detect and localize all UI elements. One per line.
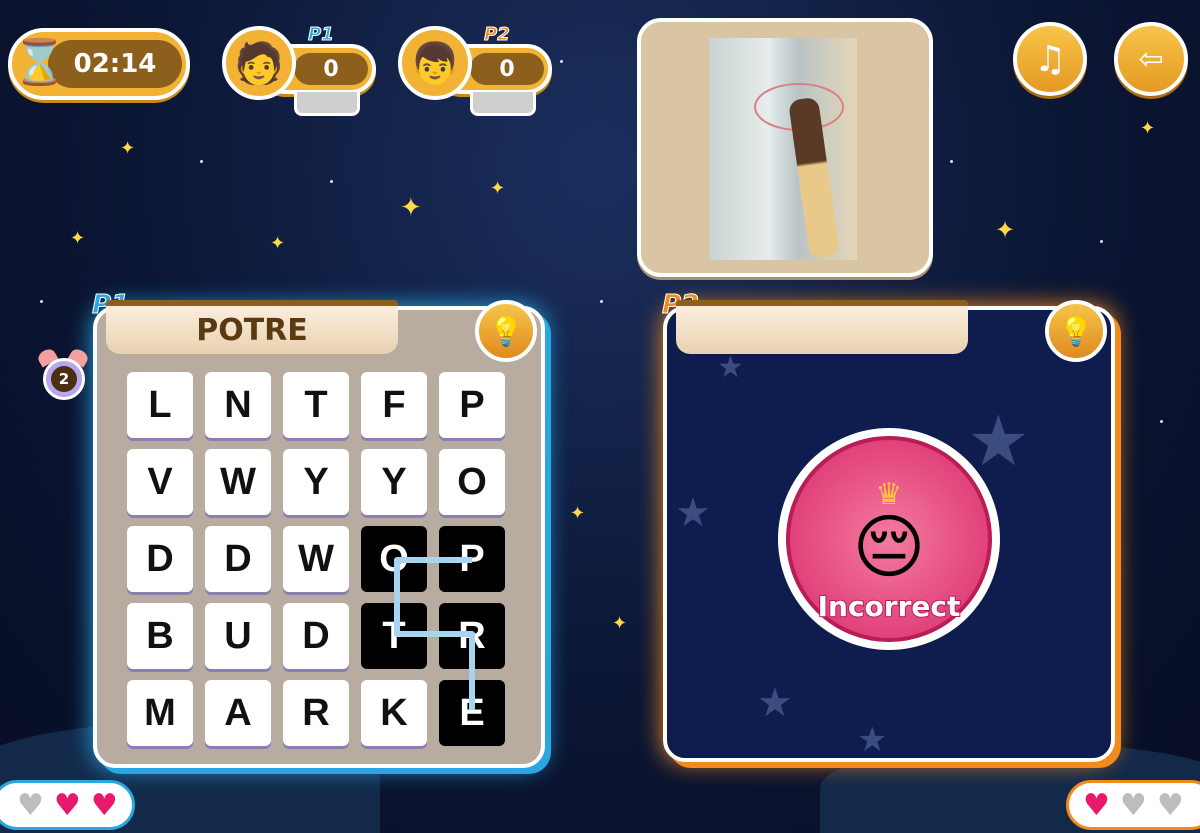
star-icon: ✦	[400, 193, 422, 223]
heart-full-icon: ♥	[1083, 787, 1110, 823]
star-icon: ✦	[120, 138, 136, 159]
heart-full-icon: ♥	[90, 787, 118, 823]
letter-cell[interactable]: B	[127, 603, 193, 669]
star-icon: ✦	[1140, 118, 1156, 139]
star-icon: ✦	[490, 178, 506, 199]
letter-cell[interactable]: R	[283, 680, 349, 746]
letter-cell[interactable]: R	[439, 603, 505, 669]
p1-score: 0	[294, 53, 368, 85]
incorrect-badge: ♛ 😔 Incorrect	[778, 428, 1000, 650]
letter-cell[interactable]: Y	[283, 449, 349, 515]
letter-cell[interactable]: N	[205, 372, 271, 438]
letter-cell[interactable]: O	[439, 449, 505, 515]
letter-cell[interactable]: U	[205, 603, 271, 669]
p2-word-banner	[676, 300, 968, 354]
letter-cell[interactable]: T	[361, 603, 427, 669]
letter-cell[interactable]: P	[439, 526, 505, 592]
lightbulb-icon: 💡	[488, 314, 524, 348]
exit-door-icon: ⇦	[1138, 41, 1164, 77]
star-icon: ✦	[570, 503, 586, 524]
letter-cell[interactable]: E	[439, 680, 505, 746]
letter-cell[interactable]: L	[127, 372, 193, 438]
alarm-count: 2	[51, 366, 77, 392]
p2-score: 0	[470, 53, 544, 85]
heart-empty-icon: ♥	[1119, 787, 1147, 823]
letter-cell[interactable]: D	[205, 526, 271, 592]
letter-cell[interactable]: D	[283, 603, 349, 669]
music-button[interactable]: ♫	[1013, 22, 1087, 96]
timer-value: 02:14	[48, 40, 182, 88]
p2-hint-button[interactable]: 💡	[1045, 300, 1107, 362]
p2-avatar: 👦	[398, 26, 472, 100]
letter-cell[interactable]: O	[361, 526, 427, 592]
clue-image	[709, 38, 857, 260]
star-icon: ✦	[70, 228, 86, 249]
p1-hint-button[interactable]: 💡	[475, 300, 537, 362]
p1-status-box	[294, 92, 360, 116]
result-text: Incorrect	[817, 589, 962, 624]
letter-cell[interactable]: F	[361, 372, 427, 438]
letter-cell[interactable]: V	[127, 449, 193, 515]
letter-cell[interactable]: W	[205, 449, 271, 515]
p1-tag: P1	[308, 24, 335, 46]
heart-empty-icon: ♥	[17, 787, 44, 823]
letter-cell[interactable]: T	[283, 372, 349, 438]
sad-boy-avatar: 😔	[852, 505, 926, 588]
p1-lives: ♥ ♥ ♥	[0, 780, 135, 830]
letter-cell[interactable]: Y	[361, 449, 427, 515]
p1-word-banner: POTRE	[106, 300, 398, 354]
star-icon: ✦	[270, 233, 286, 254]
letter-cell[interactable]: K	[361, 680, 427, 746]
lightbulb-icon: 💡	[1058, 314, 1094, 348]
letter-cell[interactable]: D	[127, 526, 193, 592]
letter-cell[interactable]: A	[205, 680, 271, 746]
letter-cell[interactable]: M	[127, 680, 193, 746]
hourglass-icon: ⌛	[12, 37, 67, 88]
music-note-icon: ♫	[1033, 38, 1067, 80]
clue-image-card	[637, 18, 933, 277]
star-icon: ✦	[612, 613, 628, 634]
p1-avatar: 🧑	[222, 26, 296, 100]
exit-button[interactable]: ⇦	[1114, 22, 1188, 96]
p2-status-box	[470, 92, 536, 116]
heart-empty-icon: ♥	[1156, 787, 1184, 823]
p2-tag: P2	[484, 24, 511, 46]
letter-cell[interactable]: W	[283, 526, 349, 592]
letter-cell[interactable]: P	[439, 372, 505, 438]
star-icon: ✦	[995, 216, 1016, 244]
heart-full-icon: ♥	[53, 787, 81, 823]
p2-lives: ♥ ♥ ♥	[1066, 780, 1200, 830]
alarm-clock-icon: 2	[34, 346, 92, 406]
